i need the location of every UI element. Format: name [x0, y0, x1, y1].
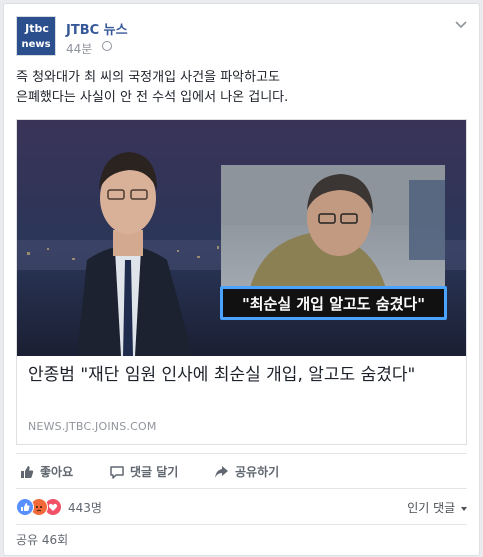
- chevron-down-icon[interactable]: [455, 20, 467, 30]
- divider: [16, 524, 467, 525]
- reactions-row: 443명 인기 댓글: [16, 496, 467, 518]
- post-text-line: 즉 청와대가 최 씨의 국정개입 사건을 파악하고도: [16, 70, 280, 85]
- image-caption-text: "최순실 개입 알고도 숨겼다": [241, 294, 426, 313]
- post-text-line: 은폐했다는 사실이 안 전 수석 입에서 나온 겁니다.: [16, 90, 289, 105]
- shared-link-card[interactable]: "최순실 개입 알고도 숨겼다" 안종범 "재단 임원 인사에 최순실 개입, …: [16, 119, 467, 445]
- shared-link-image[interactable]: "최순실 개입 알고도 숨겼다": [17, 120, 466, 356]
- comment-button[interactable]: 댓글 달기: [110, 463, 178, 480]
- page-name-link[interactable]: JTBC 뉴스: [66, 19, 128, 38]
- like-reaction-icon: [16, 498, 34, 516]
- post-card: Jtbc news JTBC 뉴스 44분 즉 청와대가 최 씨의 국정개입 사…: [3, 3, 480, 556]
- share-count[interactable]: 공유 46회: [16, 531, 68, 548]
- post-header: Jtbc news JTBC 뉴스 44분: [16, 16, 467, 60]
- image-caption: "최순실 개입 알고도 숨겼다": [220, 286, 447, 320]
- like-button[interactable]: 좋아요: [20, 463, 73, 480]
- comment-sort-label: 인기 댓글: [407, 501, 456, 515]
- share-label: 공유하기: [235, 465, 280, 479]
- like-label: 좋아요: [40, 465, 74, 479]
- avatar-logo-text: Jtbc: [25, 22, 49, 35]
- post-text: 즉 청와대가 최 씨의 국정개입 사건을 파악하고도 은폐했다는 사실이 안 전…: [16, 68, 467, 108]
- comment-icon: [110, 465, 124, 479]
- comment-label: 댓글 달기: [130, 465, 179, 479]
- reaction-icons[interactable]: [16, 498, 64, 516]
- post-timestamp[interactable]: 44분: [66, 40, 92, 57]
- shared-link-title[interactable]: 안종범 "재단 임원 인사에 최순실 개입, 알고도 숨겼다": [28, 364, 453, 386]
- avatar-logo-subtext: news: [21, 39, 51, 50]
- post-actions-bar: 좋아요 댓글 달기 공유하기: [16, 453, 467, 489]
- reaction-count[interactable]: 443명: [68, 499, 102, 516]
- page-avatar[interactable]: Jtbc news: [16, 16, 56, 56]
- caret-down-icon: [461, 506, 467, 511]
- shared-link-domain: NEWS.JTBC.JOINS.COM: [28, 420, 157, 433]
- share-arrow-icon: [215, 465, 228, 478]
- thumbs-up-icon: [21, 465, 34, 478]
- comment-sort-dropdown[interactable]: 인기 댓글: [407, 499, 467, 516]
- share-button[interactable]: 공유하기: [214, 463, 279, 480]
- globe-icon: [102, 41, 112, 51]
